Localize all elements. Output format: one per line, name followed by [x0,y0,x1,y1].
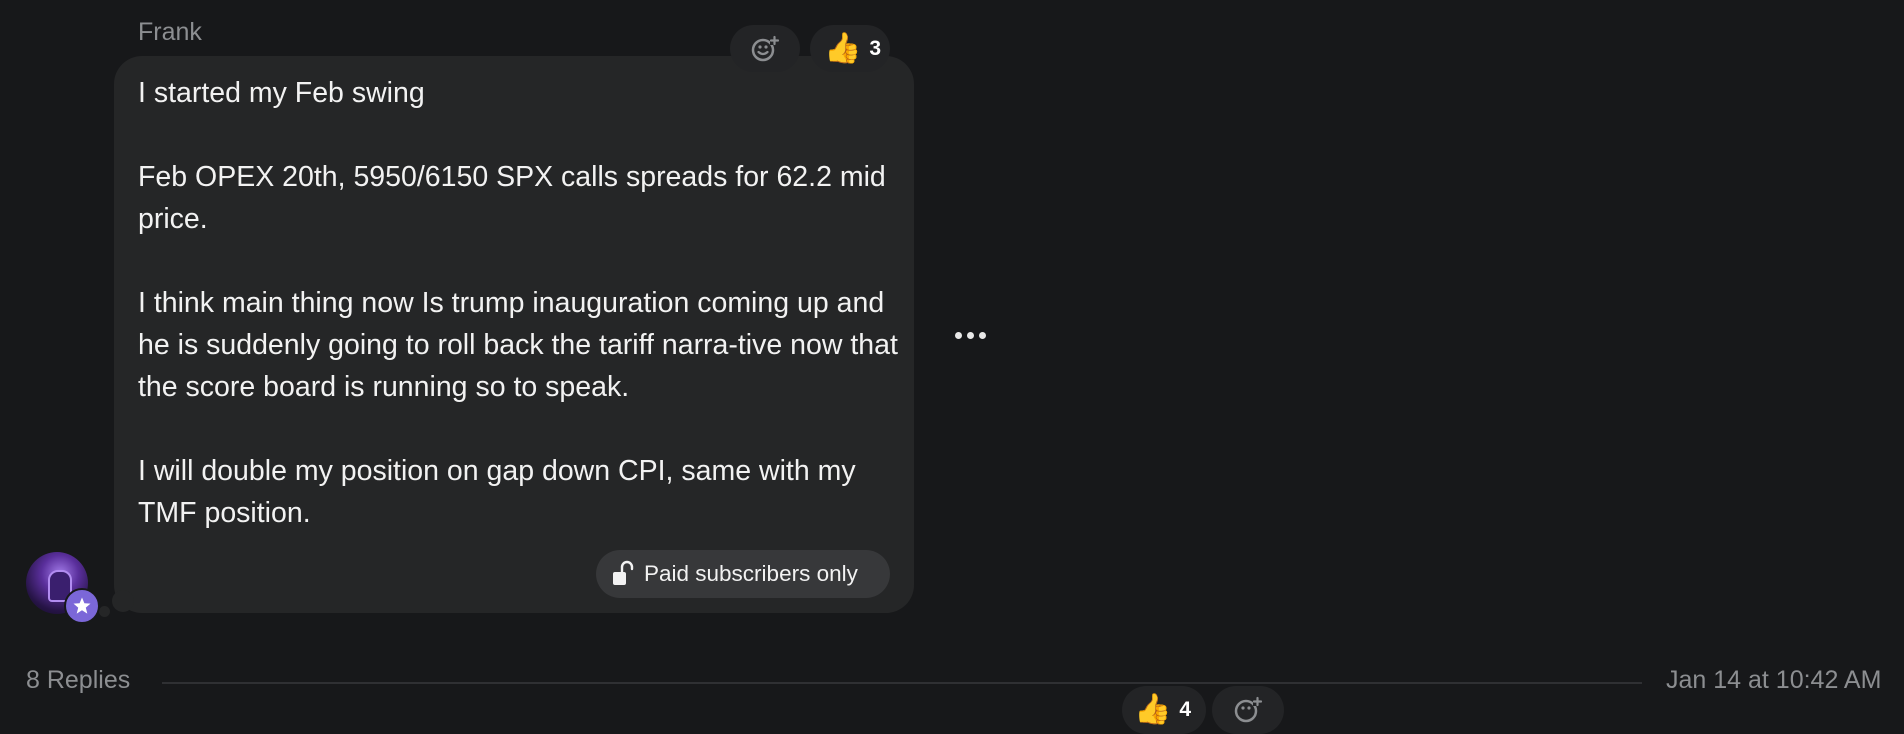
ellipsis-dot [966,331,974,339]
message-paragraph: I started my Feb swing [138,77,425,109]
next-add-reaction-button[interactable] [1212,686,1284,734]
message-paragraph: I will double my position on gap down CP… [138,455,856,529]
thumbs-up-icon: 👍 [1134,693,1172,726]
next-thumbs-up-reaction[interactable]: 👍 4 [1122,686,1206,734]
star-badge-icon [64,588,100,624]
thumbs-up-icon: 👍 [824,31,862,65]
more-options-button[interactable] [950,320,990,350]
message-timestamp: Jan 14 at 10:42 AM [1666,666,1882,694]
message-author[interactable]: Frank [138,18,202,47]
paid-subscribers-badge[interactable]: Paid subscribers only [596,550,890,598]
message-body: I started my Feb swing Feb OPEX 20th, 59… [138,72,898,534]
reaction-count: 3 [869,36,882,60]
thread-divider [162,682,1642,684]
paid-label: Paid subscribers only [644,561,858,586]
thumbs-up-reaction[interactable]: 👍 3 [810,25,890,72]
emoji-plus-icon [1234,696,1263,723]
reaction-count: 4 [1179,698,1192,721]
message-paragraph: Feb OPEX 20th, 5950/6150 SPX calls sprea… [138,161,886,235]
unlock-icon [613,560,634,585]
star-icon [73,597,91,614]
bubble-tail-dot [99,606,110,617]
replies-link[interactable]: 8 Replies [26,666,130,695]
ellipsis-dot [978,331,986,339]
message-paragraph: I think main thing now Is trump inaugura… [138,287,898,403]
add-reaction-button[interactable] [730,25,800,72]
emoji-plus-icon [751,35,780,61]
ellipsis-icon [954,331,962,339]
bubble-tail [112,590,134,612]
